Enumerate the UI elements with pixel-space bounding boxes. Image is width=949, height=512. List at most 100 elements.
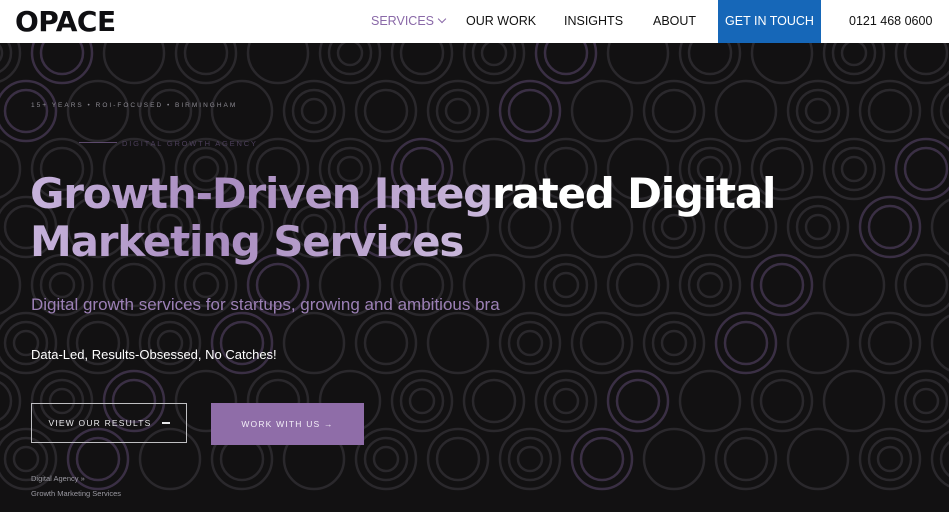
pattern-ring xyxy=(246,43,310,85)
site-header: OPACE SERVICES OUR WORK INSIGHTS ABOUT G… xyxy=(0,0,949,43)
pattern-ring xyxy=(723,436,769,482)
pattern-ring xyxy=(615,262,661,308)
pattern-ring xyxy=(435,436,481,482)
nav-services-label: SERVICES xyxy=(371,14,434,28)
work-with-us-button[interactable]: WORK WITH US → xyxy=(211,403,364,445)
nav-services[interactable]: SERVICES xyxy=(371,0,447,43)
pattern-ring xyxy=(579,320,625,366)
pattern-ring xyxy=(363,320,409,366)
headline-part-1: Growth-Driven Integ xyxy=(30,169,493,218)
breadcrumb-current: Growth Marketing Services xyxy=(31,489,122,498)
nav-about[interactable]: ABOUT xyxy=(653,0,696,43)
pattern-ring xyxy=(759,378,805,424)
view-results-button[interactable]: VIEW OUR RESULTS xyxy=(31,403,187,443)
pattern-ring xyxy=(867,436,913,482)
pattern-ring xyxy=(903,378,949,424)
pattern-ring xyxy=(399,378,445,424)
pattern-ring xyxy=(507,320,553,366)
pattern-ring xyxy=(822,253,886,317)
pattern-ring xyxy=(408,387,436,415)
pattern-ring xyxy=(831,43,877,76)
pattern-ring xyxy=(0,139,22,199)
pattern-ring xyxy=(939,440,949,478)
pattern-ring xyxy=(543,262,589,308)
view-results-label: VIEW OUR RESULTS xyxy=(48,418,152,428)
nav-insights[interactable]: INSIGHTS xyxy=(564,0,623,43)
pattern-ring xyxy=(48,271,76,299)
pattern-ring xyxy=(0,381,13,421)
get-in-touch-button[interactable]: GET IN TOUCH xyxy=(718,0,821,43)
pattern-ring xyxy=(579,436,625,482)
pattern-ring xyxy=(822,369,886,433)
pattern-ring xyxy=(570,79,634,143)
phone-link[interactable]: 0121 468 0600 xyxy=(849,0,932,43)
pattern-ring xyxy=(939,92,949,130)
pattern-ring xyxy=(516,445,544,473)
pattern-ring xyxy=(372,445,400,473)
pattern-ring xyxy=(930,198,949,256)
pattern-ring xyxy=(876,445,904,473)
pattern-ring xyxy=(930,314,949,372)
pattern-ring xyxy=(759,262,805,308)
divider-line xyxy=(79,142,117,143)
pattern-ring xyxy=(912,387,940,415)
hero-eyebrow: 15+ YEARS • ROI-FOCUSED • BIRMINGHAM xyxy=(31,102,238,109)
pattern-ring xyxy=(867,88,913,134)
pattern-ring xyxy=(102,43,166,85)
pattern-ring xyxy=(210,79,274,143)
pattern-ring xyxy=(642,427,706,491)
pattern-ring xyxy=(480,43,508,67)
pattern-ring xyxy=(795,88,841,134)
pattern-ring xyxy=(183,43,229,76)
pattern-ring xyxy=(282,311,346,375)
pattern-ring xyxy=(903,43,949,76)
pattern-ring xyxy=(552,271,580,299)
pattern-ring xyxy=(606,43,670,85)
agency-label: DIGITAL GROWTH AGENCY xyxy=(122,139,258,148)
pattern-ring xyxy=(507,88,553,134)
pattern-ring xyxy=(399,43,445,76)
pattern-ring xyxy=(714,79,778,143)
pattern-ring xyxy=(39,43,85,76)
headline-part-2: rated Digital xyxy=(491,169,776,218)
pattern-ring xyxy=(336,43,364,67)
pattern-ring xyxy=(831,146,877,192)
pattern-ring xyxy=(750,43,814,85)
nav-our-work[interactable]: OUR WORK xyxy=(466,0,536,43)
pattern-ring xyxy=(516,329,544,357)
dash-icon xyxy=(161,422,170,424)
pattern-ring xyxy=(0,255,22,315)
pattern-ring xyxy=(615,378,661,424)
pattern-ring xyxy=(696,271,724,299)
pattern-ring xyxy=(327,43,373,76)
pattern-ring xyxy=(543,43,589,76)
pattern-ring xyxy=(660,329,688,357)
pattern-ring xyxy=(300,97,328,125)
pattern-ring xyxy=(651,320,697,366)
pattern-ring xyxy=(804,213,832,241)
pattern-ring xyxy=(840,155,868,183)
pattern-ring xyxy=(471,43,517,76)
pattern-ring xyxy=(786,311,850,375)
pattern-ring xyxy=(903,262,949,308)
pattern-ring xyxy=(507,436,553,482)
pattern-ring xyxy=(795,204,841,250)
pattern-ring xyxy=(894,43,949,85)
pattern-ring xyxy=(0,44,4,62)
logo[interactable]: OPACE xyxy=(15,4,116,40)
pattern-ring xyxy=(543,378,589,424)
pattern-ring xyxy=(678,369,742,433)
pattern-ring xyxy=(12,445,40,473)
pattern-ring xyxy=(867,320,913,366)
hero-tagline: Data-Led, Results-Obsessed, No Catches! xyxy=(31,347,277,362)
pattern-ring xyxy=(651,88,697,134)
pattern-ring xyxy=(363,436,409,482)
pattern-ring xyxy=(66,79,130,143)
pattern-ring xyxy=(192,271,220,299)
pattern-ring xyxy=(867,204,913,250)
pattern-ring xyxy=(552,387,580,415)
breadcrumb-parent[interactable]: Digital Agency » xyxy=(31,474,85,483)
hero-section: 15+ YEARS • ROI-FOCUSED • BIRMINGHAM DIG… xyxy=(0,43,949,512)
pattern-ring xyxy=(426,311,490,375)
pattern-ring xyxy=(723,320,769,366)
